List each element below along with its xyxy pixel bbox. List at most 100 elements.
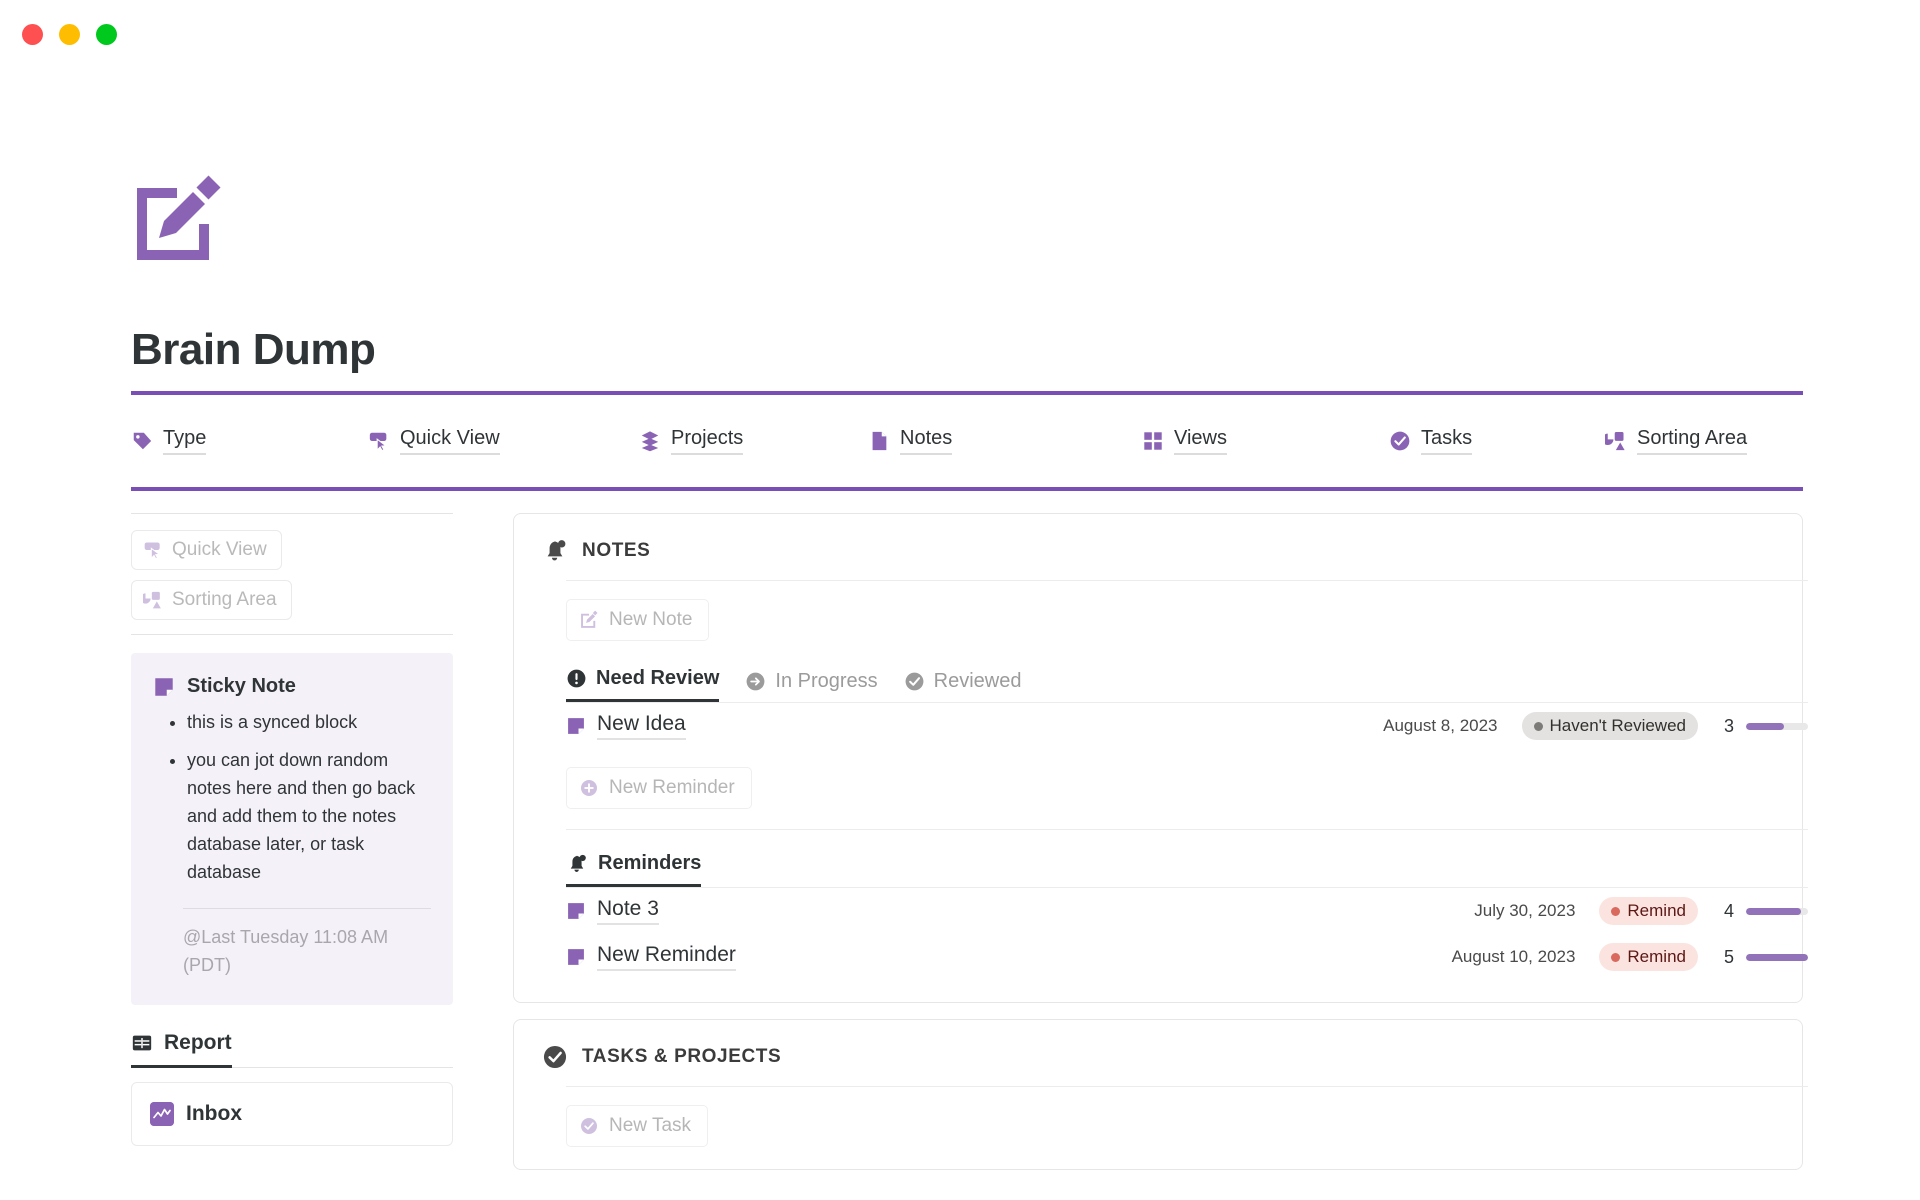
inbox-card[interactable]: Inbox xyxy=(131,1082,453,1146)
new-reminder-label: New Reminder xyxy=(609,777,735,799)
row-name: Note 3 xyxy=(597,897,659,925)
maximize-window-button[interactable] xyxy=(96,24,117,45)
nav-item-quick-view[interactable]: Quick View xyxy=(368,427,500,455)
notes-panel-rule xyxy=(566,580,1808,581)
status-label: Haven't Reviewed xyxy=(1550,716,1686,736)
cursor-click-icon xyxy=(368,430,390,452)
progress-bar xyxy=(1746,954,1808,961)
nav-item-views[interactable]: Views xyxy=(1142,427,1227,455)
cursor-click-icon xyxy=(143,540,163,560)
row-date: July 30, 2023 xyxy=(1474,901,1575,921)
edit-square-icon xyxy=(131,172,227,268)
tab-report[interactable]: Report xyxy=(131,1031,232,1068)
bell-notify-icon xyxy=(542,538,568,564)
notes-panel: NOTES New Note Need Revi xyxy=(513,513,1803,1003)
sticky-note-icon xyxy=(153,676,175,698)
inbox-label: Inbox xyxy=(186,1102,242,1126)
row-title[interactable]: New Idea xyxy=(566,712,686,740)
nav-item-sorting-area[interactable]: Sorting Area xyxy=(1605,427,1747,455)
document-icon xyxy=(868,430,890,452)
sticky-note-icon xyxy=(566,716,586,736)
status-badge[interactable]: Remind xyxy=(1599,943,1698,971)
new-reminder-button[interactable]: New Reminder xyxy=(566,767,752,809)
tasks-panel-title: TASKS & PROJECTS xyxy=(582,1046,781,1068)
new-note-label: New Note xyxy=(609,609,692,631)
row-title[interactable]: Note 3 xyxy=(566,897,659,925)
row-title[interactable]: New Reminder xyxy=(566,943,736,971)
sidebar-divider-bottom xyxy=(131,634,453,635)
chart-square-icon xyxy=(150,1102,174,1126)
tab-need-review[interactable]: Need Review xyxy=(566,667,719,702)
progress-bar xyxy=(1746,723,1808,730)
row-count: 3 xyxy=(1722,716,1734,737)
sidebar-chip-label: Sorting Area xyxy=(172,589,277,611)
minimize-window-button[interactable] xyxy=(59,24,80,45)
sticky-note-bullets: this is a synced block you can jot down … xyxy=(161,708,431,886)
status-dot xyxy=(1534,722,1543,731)
sticky-note-timestamp: @Last Tuesday 11:08 AM (PDT) xyxy=(183,923,431,979)
tab-label: Need Review xyxy=(596,667,719,690)
report-label: Report xyxy=(164,1031,232,1055)
table-row[interactable]: Note 3 July 30, 2023 Remind 4 xyxy=(566,888,1808,934)
tasks-panel: TASKS & PROJECTS New Task xyxy=(513,1019,1803,1170)
tab-label: Reviewed xyxy=(934,670,1022,693)
tasks-panel-rule xyxy=(566,1086,1808,1087)
close-window-button[interactable] xyxy=(22,24,43,45)
sticky-note-header: Sticky Note xyxy=(153,675,431,698)
status-badge[interactable]: Remind xyxy=(1599,897,1698,925)
sidebar-item-sorting-area[interactable]: Sorting Area xyxy=(131,580,292,620)
nav-label: Type xyxy=(163,427,206,455)
table-row[interactable]: New Reminder August 10, 2023 Remind 5 xyxy=(566,934,1808,980)
sidebar-chip-label: Quick View xyxy=(172,539,267,561)
tab-in-progress[interactable]: In Progress xyxy=(745,670,877,702)
table-row[interactable]: New Idea August 8, 2023 Haven't Reviewed… xyxy=(566,703,1808,749)
nav-item-projects[interactable]: Projects xyxy=(639,427,743,455)
sticky-note-card[interactable]: Sticky Note this is a synced block you c… xyxy=(131,653,453,1005)
grid-icon xyxy=(1142,430,1164,452)
window-controls xyxy=(22,24,117,45)
check-circle-icon xyxy=(904,671,925,692)
new-note-button[interactable]: New Note xyxy=(566,599,709,641)
table-icon xyxy=(131,1032,153,1054)
sticky-note-icon xyxy=(566,901,586,921)
status-label: Remind xyxy=(1627,901,1686,921)
nav-item-type[interactable]: Type xyxy=(131,427,206,455)
nav-label: Sorting Area xyxy=(1637,427,1747,455)
status-dot xyxy=(1611,953,1620,962)
check-circle-icon xyxy=(579,1116,599,1136)
new-task-button[interactable]: New Task xyxy=(566,1105,708,1147)
layers-icon xyxy=(639,430,661,452)
main-nav: Type Quick View Projects Notes xyxy=(131,415,1803,475)
row-date: August 8, 2023 xyxy=(1383,716,1497,736)
tab-reviewed[interactable]: Reviewed xyxy=(904,670,1022,702)
tag-icon xyxy=(131,430,153,452)
reminders-top-rule xyxy=(566,829,1808,830)
app-window: Brain Dump Type Quick View Projects xyxy=(0,0,1920,1200)
status-label: Remind xyxy=(1627,947,1686,967)
tab-label: In Progress xyxy=(775,670,877,693)
new-task-label: New Task xyxy=(609,1115,691,1137)
notes-status-tabs: Need Review In Progress Reviewed xyxy=(566,667,1778,702)
sticky-note-title: Sticky Note xyxy=(187,675,296,698)
sticky-note-divider xyxy=(183,908,431,909)
progress-bar xyxy=(1746,908,1808,915)
tab-reminders[interactable]: Reminders xyxy=(566,852,701,887)
bell-notify-icon xyxy=(566,853,588,875)
nav-label: Notes xyxy=(900,427,952,455)
sidebar: Quick View Sorting Area Sticky Note xyxy=(131,513,453,1146)
divider-bottom xyxy=(131,487,1803,491)
notes-panel-header: NOTES xyxy=(538,514,1778,580)
report-section: Report xyxy=(131,1031,453,1068)
row-name: New Idea xyxy=(597,712,686,740)
status-badge[interactable]: Haven't Reviewed xyxy=(1522,712,1698,740)
nav-item-tasks[interactable]: Tasks xyxy=(1389,427,1472,455)
nav-item-notes[interactable]: Notes xyxy=(868,427,952,455)
plus-circle-icon xyxy=(579,778,599,798)
sorting-icon xyxy=(1605,430,1627,452)
nav-label: Quick View xyxy=(400,427,500,455)
divider-top xyxy=(131,391,1803,395)
sidebar-item-quick-view[interactable]: Quick View xyxy=(131,530,282,570)
edit-square-icon xyxy=(579,610,599,630)
check-circle-icon xyxy=(1389,430,1411,452)
row-date: August 10, 2023 xyxy=(1452,947,1576,967)
